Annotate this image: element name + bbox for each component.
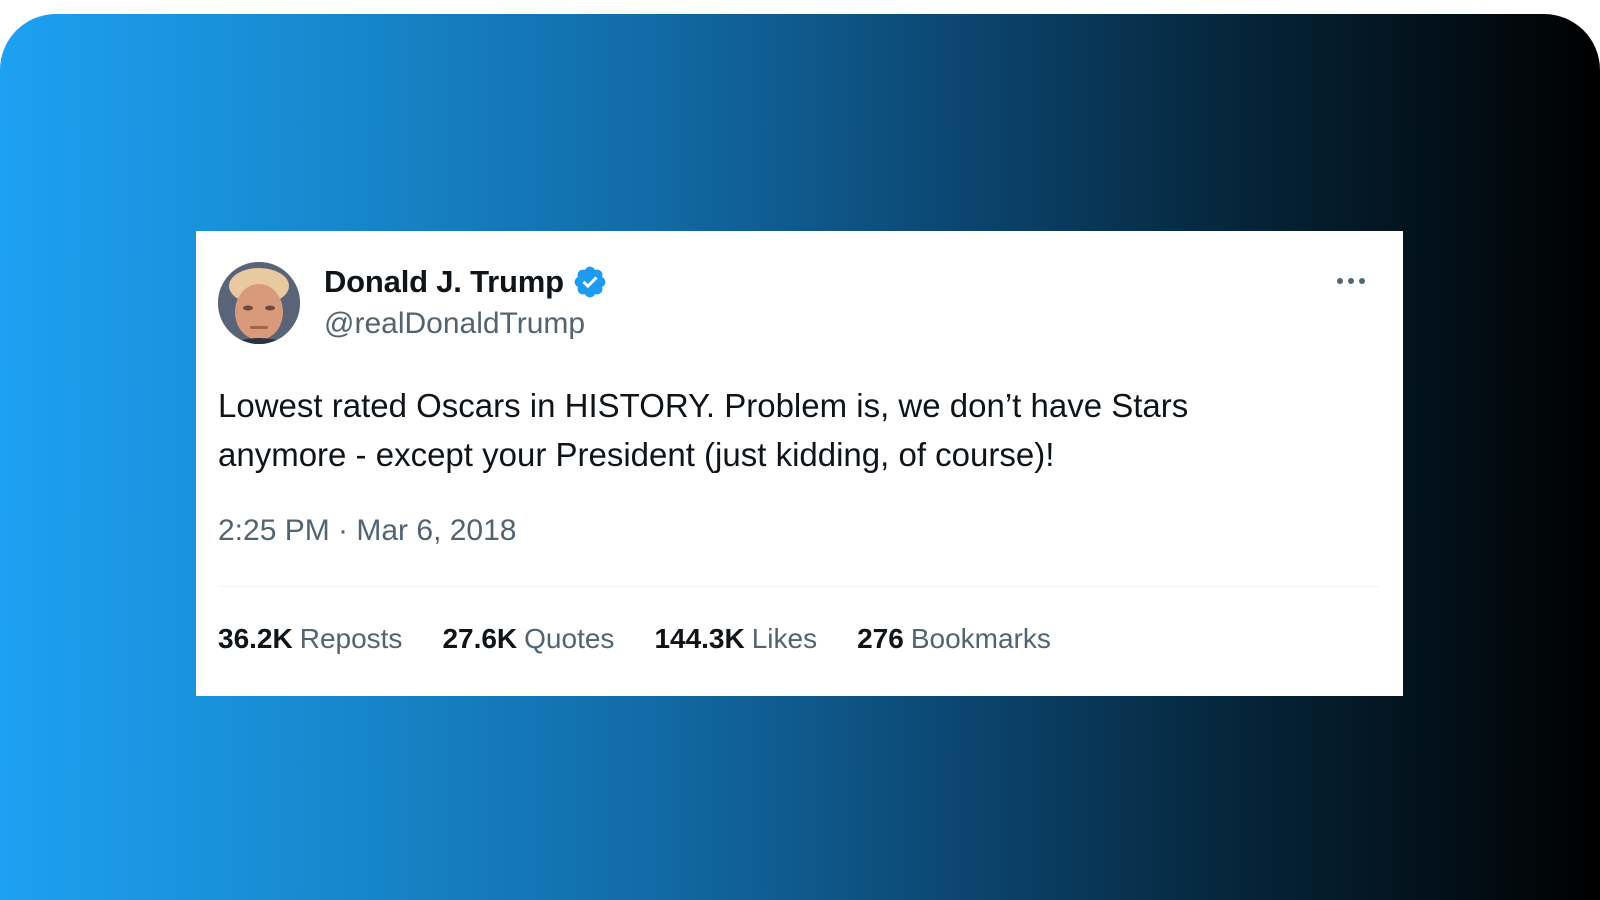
stat-likes[interactable]: 144.3K Likes — [654, 623, 817, 655]
author-handle[interactable]: @realDonaldTrump — [324, 307, 585, 341]
tweet-stats: 36.2K Reposts 27.6K Quotes 144.3K Likes 276… — [218, 623, 1051, 655]
stat-label: Quotes — [524, 623, 615, 654]
verified-badge-icon — [572, 264, 608, 300]
more-options-button[interactable] — [1331, 269, 1371, 293]
stat-bookmarks[interactable]: 276 Bookmarks — [857, 623, 1051, 655]
avatar-portrait — [218, 262, 300, 344]
stat-count: 144.3K — [654, 623, 745, 654]
stat-label: Reposts — [299, 623, 403, 654]
gradient-background: Donald J. Trump @realDonaldTrump Lowest … — [0, 14, 1600, 900]
stat-count: 36.2K — [218, 623, 293, 654]
stat-count: 27.6K — [442, 623, 518, 654]
more-horizontal-icon — [1337, 278, 1343, 284]
tweet-text: Lowest rated Oscars in HISTORY. Problem … — [218, 387, 1189, 473]
more-horizontal-icon — [1359, 278, 1365, 284]
stat-count: 276 — [857, 623, 904, 654]
stat-reposts[interactable]: 36.2K Reposts — [218, 623, 402, 655]
more-horizontal-icon — [1348, 278, 1354, 284]
author-name-row: Donald J. Trump — [324, 264, 608, 300]
tweet-timestamp[interactable]: 2:25 PM · Mar 6, 2018 — [218, 514, 516, 548]
stat-quotes[interactable]: 27.6K Quotes — [442, 623, 614, 655]
divider — [218, 586, 1379, 587]
author-display-name[interactable]: Donald J. Trump — [324, 264, 564, 300]
stat-label: Bookmarks — [910, 623, 1051, 654]
profile-avatar[interactable] — [218, 262, 300, 344]
stat-label: Likes — [751, 623, 818, 654]
tweet-card: Donald J. Trump @realDonaldTrump Lowest … — [196, 231, 1403, 696]
